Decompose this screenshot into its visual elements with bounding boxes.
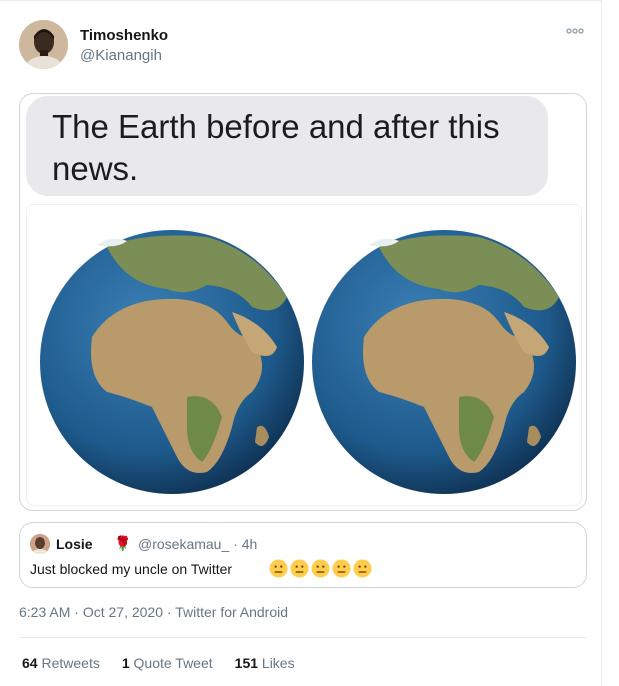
quoted-author-name: Losie [56, 536, 93, 552]
tweet-media[interactable]: The Earth before and after this news. [19, 93, 587, 511]
neutral-face-icon [290, 559, 309, 578]
quoted-author-handle: @rosekamau_ · 4h [138, 536, 258, 552]
quoted-tweet[interactable]: Losie 🌹 @rosekamau_ · 4h Just blocked my… [19, 522, 587, 588]
author-name[interactable]: Timoshenko [80, 27, 168, 44]
earth-photo [26, 204, 582, 506]
likes-label: Likes [261, 655, 295, 671]
earth-globe-before [40, 230, 304, 494]
earth-globe-after [312, 230, 576, 494]
quote-tweets-stat[interactable]: 1 Quote Tweet [122, 655, 213, 671]
neutral-face-icon [332, 559, 351, 578]
message-bubble: The Earth before and after this news. [26, 96, 548, 196]
neutral-face-icon [353, 559, 372, 578]
tweet-time[interactable]: 6:23 AM [19, 604, 70, 620]
more-options-icon[interactable] [566, 26, 584, 38]
quoted-tweet-text: Just blocked my uncle on Twitter [30, 561, 233, 577]
media-caption: The Earth before and after this news. [52, 108, 500, 187]
tweet-stats: 64 Retweets 1 Quote Tweet 151 Likes [22, 655, 295, 671]
divider [19, 637, 587, 638]
author-avatar[interactable] [19, 20, 68, 69]
retweets-stat[interactable]: 64 Retweets [22, 655, 100, 671]
neutral-face-icon [269, 559, 288, 578]
author-handle[interactable]: @Kianangih [80, 47, 162, 64]
quoted-author-avatar [30, 534, 50, 554]
tweet-date[interactable]: Oct 27, 2020 [83, 604, 163, 620]
meta-separator: · [163, 604, 176, 620]
quotes-count: 1 [121, 655, 130, 671]
retweets-count: 64 [22, 655, 38, 671]
retweets-label: Retweets [41, 655, 100, 671]
tweet-source[interactable]: Twitter for Android [175, 604, 288, 620]
neutral-face-icon [311, 559, 330, 578]
likes-count: 151 [234, 655, 259, 671]
rose-emoji: 🌹 [114, 535, 132, 551]
likes-stat[interactable]: 151 Likes [235, 655, 295, 671]
meta-separator: · [70, 604, 83, 620]
quotes-label: Quote Tweet [133, 655, 213, 671]
emoji-row [269, 559, 372, 579]
tweet-card: Timoshenko @Kianangih The Earth before a… [0, 0, 602, 686]
tweet-meta: 6:23 AM · Oct 27, 2020 · Twitter for And… [19, 604, 288, 620]
